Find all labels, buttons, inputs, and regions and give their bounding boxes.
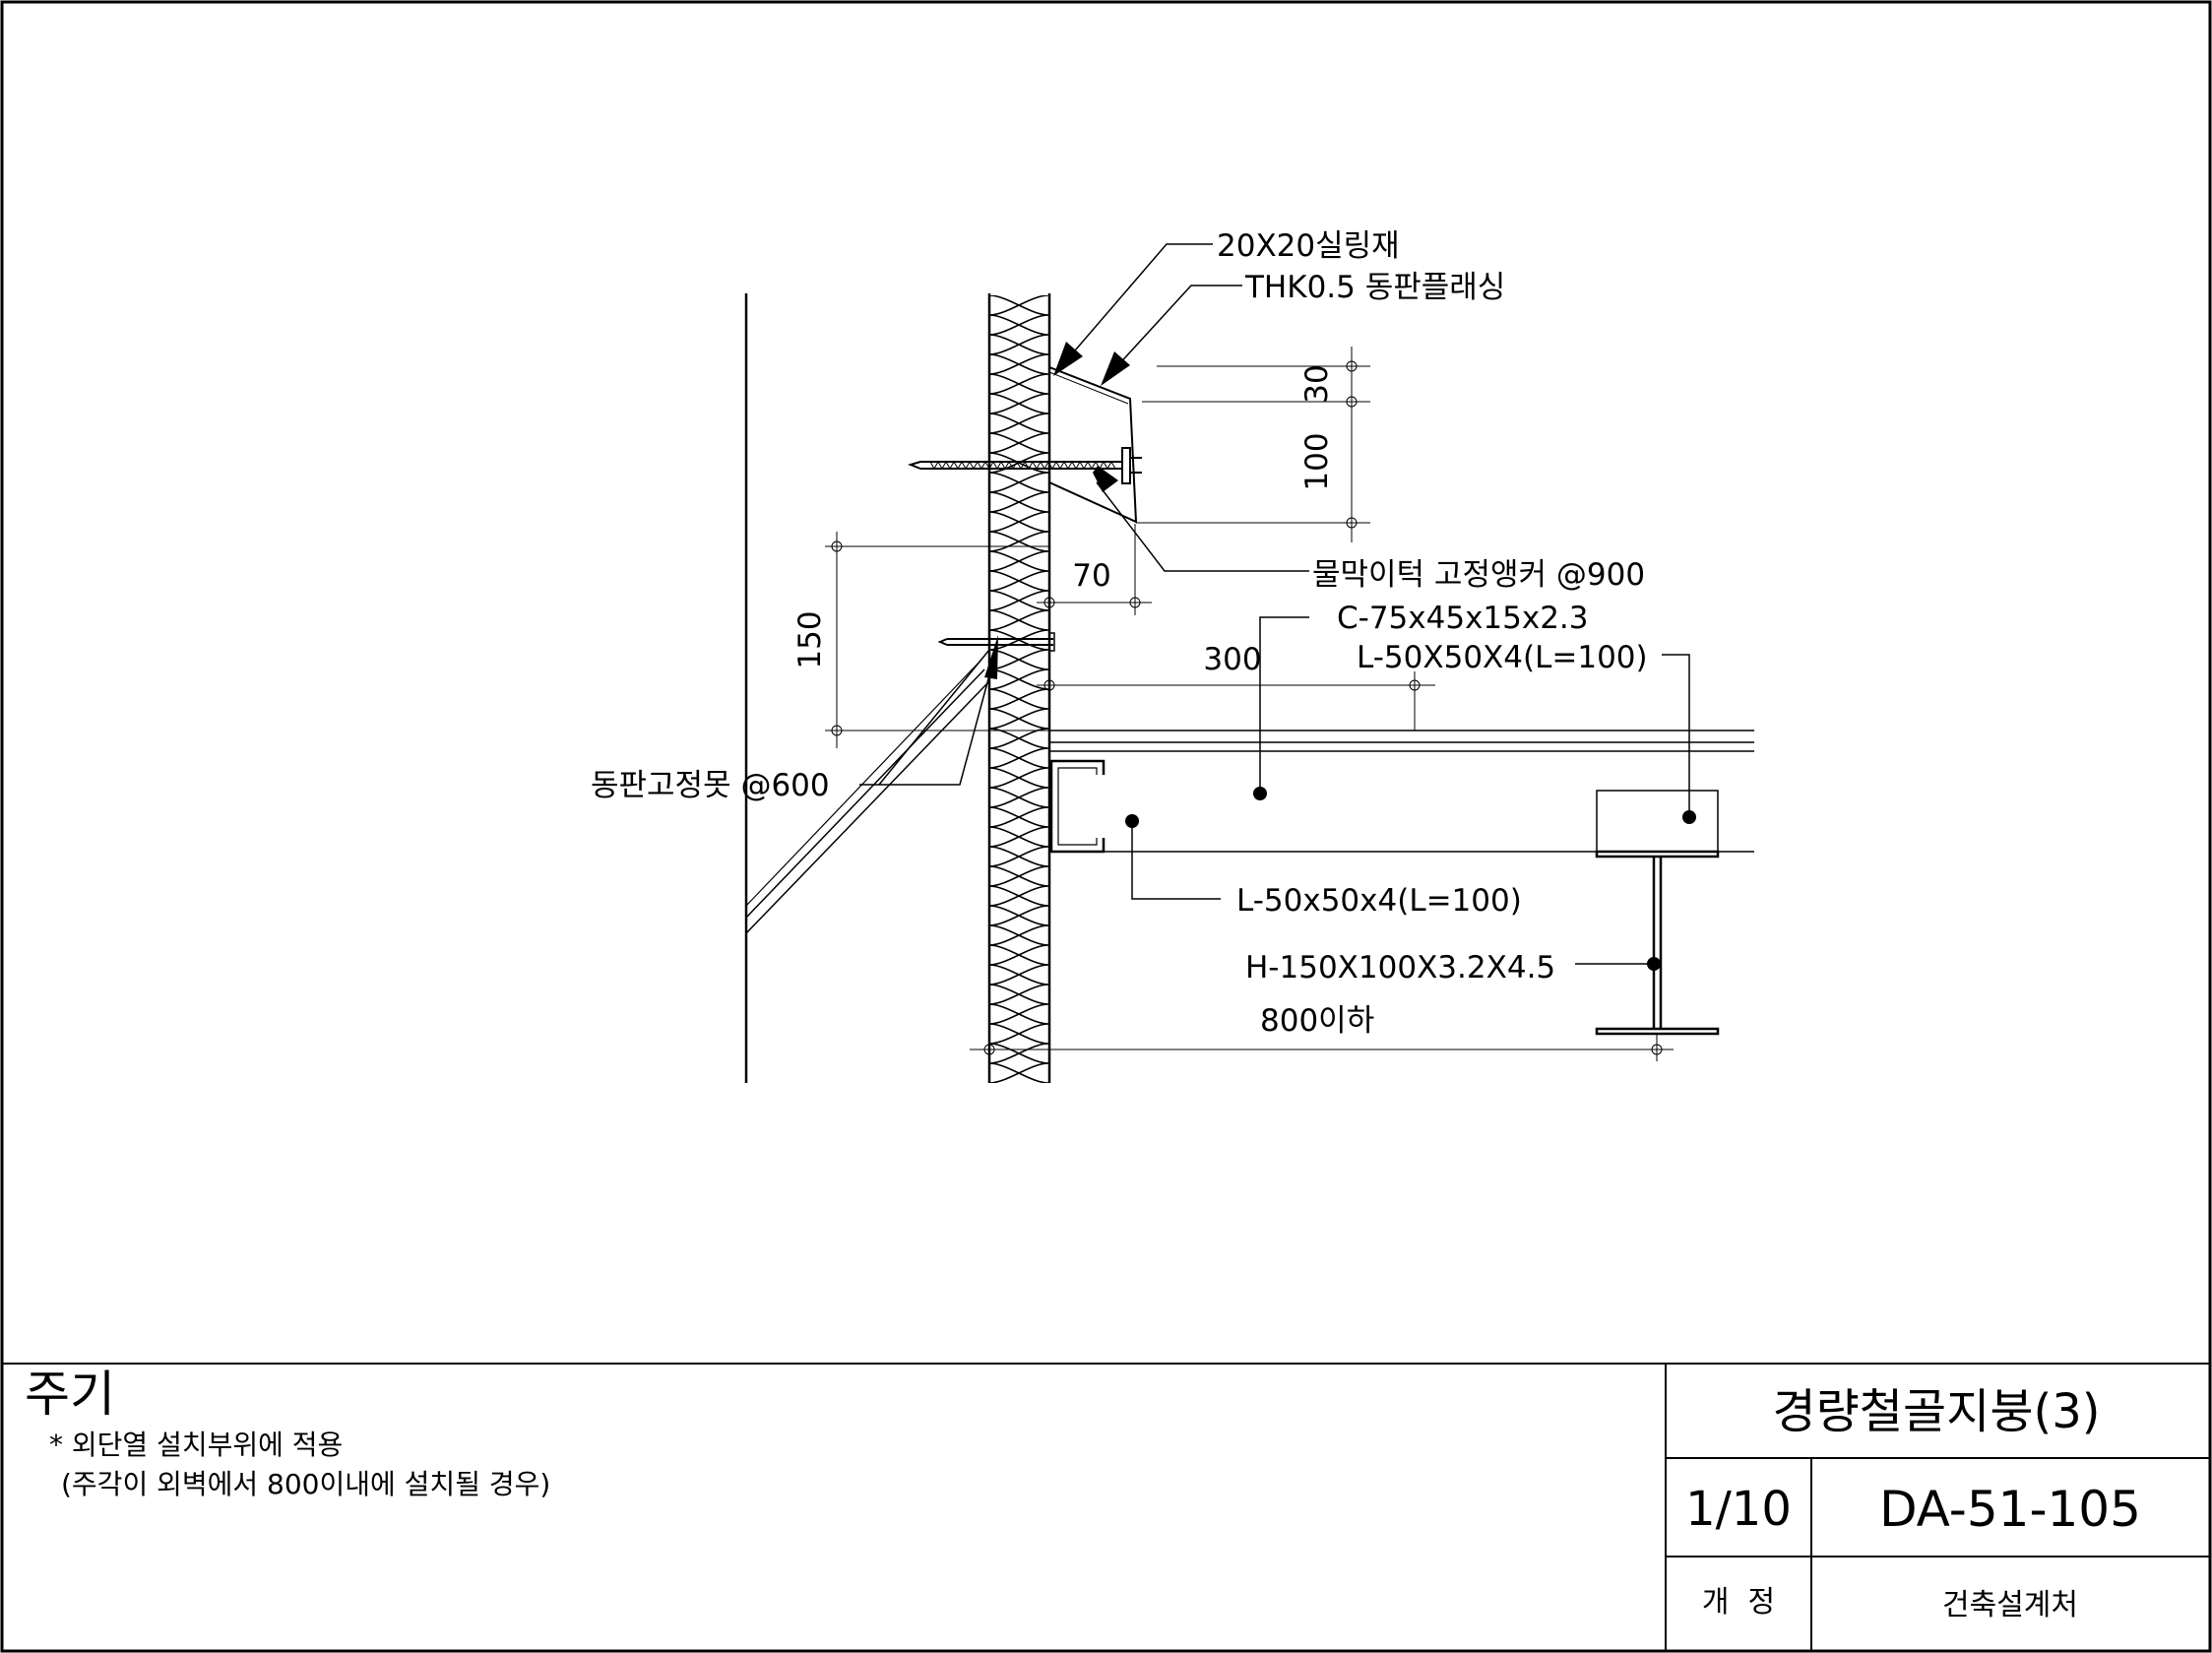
notes-line-2: (주각이 외벽에서 800이내에 설치될 경우)	[61, 1468, 550, 1500]
anchor-bolt-tip	[907, 461, 921, 470]
angle-bracket	[1596, 790, 1719, 853]
drawing-number: DA-51-105	[1879, 1481, 2141, 1538]
leader-channel	[1259, 616, 1309, 794]
notes-title: 주기	[25, 1366, 115, 1423]
c-channel	[1049, 759, 1106, 854]
label-flashing: THK0.5 동판플래싱	[1244, 270, 1505, 305]
revision-label: 개 정	[1702, 1585, 1775, 1620]
dimension-150: 150	[792, 610, 828, 668]
design-office: 건축설계처	[1942, 1588, 2078, 1622]
label-nail: 동판고정못 @600	[591, 768, 830, 803]
label-hbeam: H-150X100X3.2X4.5	[1245, 950, 1555, 985]
dimension-30: 30	[1299, 364, 1335, 403]
leader-sealant	[1062, 243, 1213, 365]
arrowhead	[1093, 466, 1118, 492]
label-sealant: 20X20실링재	[1217, 228, 1400, 264]
label-channel: C-75x45x15x2.3	[1337, 601, 1589, 636]
wall-insulation	[989, 295, 1048, 1083]
dimension-70: 70	[1072, 558, 1110, 594]
notes-line-1: * 외단열 설치부위에 적용	[49, 1429, 343, 1461]
detail-drawing-sheet: 20X20실링재 THK0.5 동판플래싱 물막이턱 고정앵커 @900 C-7…	[0, 0, 2212, 1653]
dimension-300: 300	[1203, 642, 1261, 677]
dimension-100: 100	[1299, 432, 1335, 490]
leader-dot	[1125, 814, 1139, 828]
label-anchor: 물막이턱 고정앵커 @900	[1312, 557, 1645, 593]
leader-angle-upper	[1662, 654, 1690, 817]
anchor-head	[1121, 447, 1131, 484]
drawing-scale: 1/10	[1685, 1482, 1792, 1537]
copper-nail-head	[1048, 632, 1055, 652]
copper-nail-tip	[937, 638, 948, 646]
label-angle-lower: L-50x50x4(L=100)	[1236, 883, 1522, 919]
leader-dots	[1125, 787, 1696, 971]
leader-dot	[1682, 810, 1696, 824]
leader-angle-lower	[1131, 821, 1221, 900]
leader-anchor	[1096, 481, 1309, 572]
copper-flashing	[1048, 366, 1138, 524]
leader-dot	[1647, 957, 1661, 971]
leader-nail	[859, 649, 990, 786]
c-channel-inner	[1057, 767, 1098, 846]
drawing-title: 경량철골지붕(3)	[1773, 1384, 2101, 1439]
label-span: 800이하	[1260, 1003, 1374, 1039]
h-beam	[1595, 850, 1720, 1036]
flashing-inner-line	[1048, 371, 1129, 405]
label-angle-upper: L-50X50X4(L=100)	[1357, 640, 1648, 675]
roof-sheet-line	[745, 681, 989, 934]
leader-dot	[1253, 787, 1267, 800]
